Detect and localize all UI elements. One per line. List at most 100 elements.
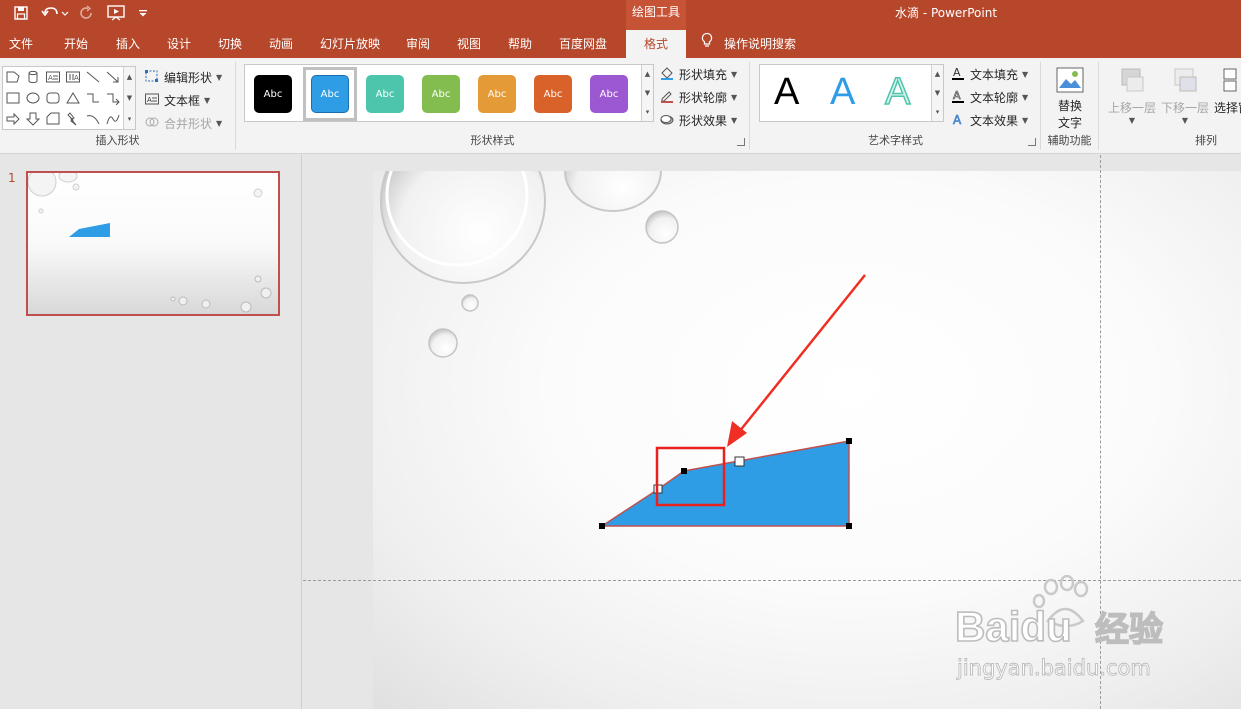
- merge-shapes-icon: [144, 115, 160, 132]
- edit-point-handle[interactable]: [846, 523, 852, 529]
- shape-fill-button[interactable]: 形状填充 ▼: [659, 64, 737, 84]
- chevron-down-icon: ▼: [1022, 69, 1029, 79]
- pentagon-shape-icon[interactable]: [44, 110, 62, 128]
- elbow-connector-icon[interactable]: [84, 89, 102, 107]
- drawing-tools-label: 绘图工具: [626, 0, 686, 30]
- tab-insert[interactable]: 插入: [116, 30, 140, 58]
- chevron-down-icon: ▼: [1128, 116, 1136, 125]
- text-outline-icon: A: [950, 88, 966, 106]
- tab-review[interactable]: 审阅: [406, 30, 430, 58]
- save-icon[interactable]: [10, 3, 32, 23]
- right-arrow-shape-icon[interactable]: [4, 110, 22, 128]
- tab-file[interactable]: 文件: [9, 30, 33, 58]
- triangle-shape-icon[interactable]: [64, 89, 82, 107]
- shape-outline-button[interactable]: 形状轮廓 ▼: [659, 87, 737, 107]
- selection-pane-button[interactable]: 选择窗: [1214, 66, 1241, 116]
- send-backward-button[interactable]: 下移一层 ▼: [1161, 66, 1209, 125]
- selection-pane-icon: [1214, 66, 1241, 99]
- annotation-arrow: [727, 274, 866, 447]
- wordart-styles-dialog-launcher[interactable]: [1028, 138, 1036, 146]
- bezier-control-handle[interactable]: [734, 456, 745, 467]
- wordart-style-blue[interactable]: A: [830, 71, 855, 114]
- tab-home[interactable]: 开始: [64, 30, 88, 58]
- shape-style-swatch[interactable]: Abc: [366, 75, 404, 113]
- group-label-accessibility: 辅助功能: [1047, 134, 1092, 147]
- text-outline-button[interactable]: A 文本轮廓 ▼: [950, 87, 1028, 107]
- lightbulb-icon: [700, 30, 714, 58]
- merge-shapes-button[interactable]: 合并形状 ▼: [144, 113, 222, 133]
- lightning-shape-icon[interactable]: [64, 110, 82, 128]
- selected-freeform-shape[interactable]: [599, 440, 850, 527]
- shape-style-swatch[interactable]: Abc: [254, 75, 292, 113]
- chevron-down-icon: ▼: [1022, 115, 1029, 125]
- tab-view[interactable]: 视图: [457, 30, 481, 58]
- undo-icon[interactable]: [40, 3, 70, 23]
- tell-me-search[interactable]: 操作说明搜索: [700, 30, 796, 58]
- wordart-style-black[interactable]: A: [774, 71, 799, 114]
- shapes-gallery[interactable]: A A ▲ ▼ ▾: [2, 66, 136, 130]
- shape-style-swatch[interactable]: Abc: [534, 75, 572, 113]
- start-from-beginning-icon[interactable]: [104, 3, 130, 23]
- shape-styles-dialog-launcher[interactable]: [737, 138, 745, 146]
- chevron-down-icon: ▼: [731, 69, 738, 79]
- shapes-gallery-scroll[interactable]: ▲ ▼ ▾: [123, 67, 135, 129]
- down-arrow-shape-icon[interactable]: [24, 110, 42, 128]
- alt-text-button[interactable]: 替换 文字: [1055, 66, 1085, 131]
- cylinder-shape-icon[interactable]: [24, 68, 42, 86]
- tab-help[interactable]: 帮助: [508, 30, 532, 58]
- water-drop-top: [564, 171, 662, 212]
- wordart-style-outline[interactable]: A: [884, 70, 911, 114]
- text-box-button[interactable]: A 文本框 ▼: [144, 90, 210, 110]
- edit-point-handle[interactable]: [681, 468, 687, 474]
- tab-design[interactable]: 设计: [167, 30, 191, 58]
- customize-toolbar-icon[interactable]: [134, 3, 152, 23]
- paint-bucket-icon: [659, 66, 675, 83]
- group-arrange: 上移一层 ▼ 下移一层 ▼ 选择窗 排列: [1100, 62, 1241, 150]
- arc-shape-icon[interactable]: [84, 110, 102, 128]
- curve-shape-icon[interactable]: [104, 110, 122, 128]
- shape-style-swatch[interactable]: Abc: [422, 75, 460, 113]
- shape-style-swatch[interactable]: Abc: [478, 75, 516, 113]
- tab-baidu-netdisk[interactable]: 百度网盘: [559, 30, 607, 58]
- shape-effects-button[interactable]: 形状效果 ▼: [659, 110, 737, 130]
- edit-point-handle[interactable]: [846, 438, 852, 444]
- document-title: 水滴 - PowerPoint: [895, 6, 998, 20]
- edit-shape-icon: [144, 69, 160, 86]
- rounded-rectangle-icon[interactable]: [44, 89, 62, 107]
- shape-styles-gallery-scroll[interactable]: ▲ ▼ ▾: [641, 65, 653, 121]
- text-effects-button[interactable]: A 文本效果 ▼: [950, 110, 1028, 130]
- svg-text:A: A: [147, 96, 152, 104]
- alt-text-icon: [1055, 66, 1085, 97]
- wordart-styles-gallery[interactable]: A A A ▲ ▼ ▾: [759, 64, 944, 122]
- arrow-line-icon[interactable]: [104, 68, 122, 86]
- oval-shape-icon[interactable]: [24, 89, 42, 107]
- shape-style-swatch[interactable]: Abc: [311, 75, 349, 113]
- freeform-shape-icon[interactable]: [4, 68, 22, 86]
- wordart-gallery-scroll[interactable]: ▲ ▼ ▾: [931, 65, 943, 121]
- ribbon-tab-bar: 文件 开始 插入 设计 切换 动画 幻灯片放映 审阅 视图 帮助 百度网盘 格式…: [0, 30, 1241, 58]
- slide-number: 1: [8, 171, 16, 185]
- shape-styles-gallery[interactable]: Abc Abc Abc Abc Abc Abc Abc ▲ ▼ ▾: [244, 64, 654, 122]
- textbox-shape-icon[interactable]: A: [44, 68, 62, 86]
- svg-text:A: A: [74, 74, 79, 82]
- redo-icon[interactable]: [76, 3, 98, 23]
- chevron-down-icon: ▼: [731, 92, 738, 102]
- line-shape-icon[interactable]: [84, 68, 102, 86]
- edit-point-handle[interactable]: [599, 523, 605, 529]
- text-effects-icon: A: [950, 112, 966, 129]
- slide-thumbnail-1[interactable]: [26, 171, 280, 316]
- tab-animations[interactable]: 动画: [269, 30, 293, 58]
- tab-slideshow[interactable]: 幻灯片放映: [320, 30, 380, 58]
- shape-style-swatch[interactable]: Abc: [590, 75, 628, 113]
- vertical-textbox-icon[interactable]: A: [64, 68, 82, 86]
- baidu-jingyan-watermark: Baidu 经验 jingyan.baidu.com: [954, 574, 1185, 685]
- tab-transitions[interactable]: 切换: [218, 30, 242, 58]
- text-fill-button[interactable]: A 文本填充 ▼: [950, 64, 1028, 84]
- chevron-down-icon: ▼: [1181, 116, 1189, 125]
- bring-forward-button[interactable]: 上移一层 ▼: [1108, 66, 1156, 125]
- tab-format[interactable]: 格式: [626, 30, 686, 58]
- elbow-arrow-connector-icon[interactable]: [104, 89, 122, 107]
- rectangle-shape-icon[interactable]: [4, 89, 22, 107]
- group-label-insert-shapes: 插入形状: [95, 134, 140, 147]
- edit-shape-button[interactable]: 编辑形状 ▼: [144, 67, 222, 87]
